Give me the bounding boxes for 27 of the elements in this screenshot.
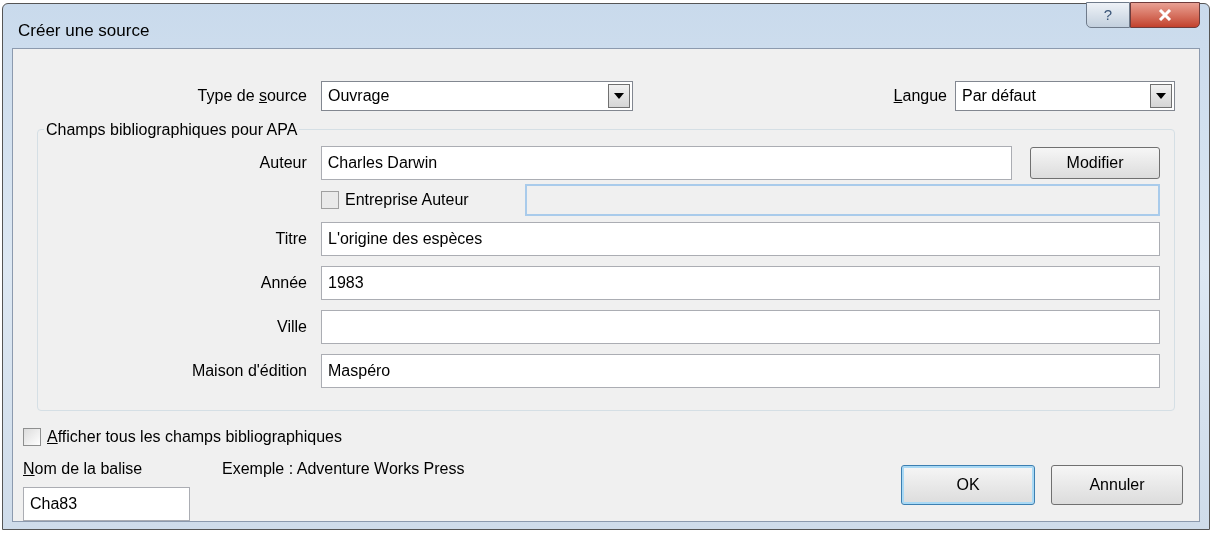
tag-name-field[interactable]: Cha83 xyxy=(23,487,190,521)
close-icon xyxy=(1158,9,1172,21)
text-field[interactable]: Maspéro xyxy=(321,354,1160,388)
tag-name-label: Nom de la balise xyxy=(23,459,144,479)
text-field[interactable] xyxy=(321,310,1160,344)
text-field[interactable]: 1983 xyxy=(321,266,1160,300)
checkbox-label: Afficher tous les champs bibliographiques xyxy=(47,427,342,447)
source-type-dropdown[interactable]: Ouvrage xyxy=(321,81,633,111)
close-button[interactable] xyxy=(1130,2,1200,28)
text-field[interactable]: Charles Darwin xyxy=(320,146,1013,180)
language-label: Langue xyxy=(893,87,947,104)
help-button[interactable]: ? xyxy=(1086,2,1130,28)
window-title: Créer une source xyxy=(17,20,150,43)
field-label: Ville xyxy=(277,318,307,335)
text-field[interactable]: L'origine des espèces xyxy=(321,222,1160,256)
source-type-label: Type de source xyxy=(197,87,307,104)
example-text: Exemple : Adventure Works Press xyxy=(222,459,465,479)
field-label: Maison d'édition xyxy=(191,362,307,379)
field-label: Titre xyxy=(275,230,307,247)
language-dropdown[interactable]: Par défaut xyxy=(955,81,1175,111)
field-label: Année xyxy=(260,274,307,291)
cancel-button[interactable]: Annuler xyxy=(1051,465,1183,505)
checkbox[interactable] xyxy=(23,428,41,446)
ok-button[interactable]: OK xyxy=(901,465,1035,505)
checkbox-label: Entreprise Auteur xyxy=(345,190,470,210)
field-label: Auteur xyxy=(259,154,307,171)
modify-button[interactable]: Modifier xyxy=(1030,147,1160,179)
